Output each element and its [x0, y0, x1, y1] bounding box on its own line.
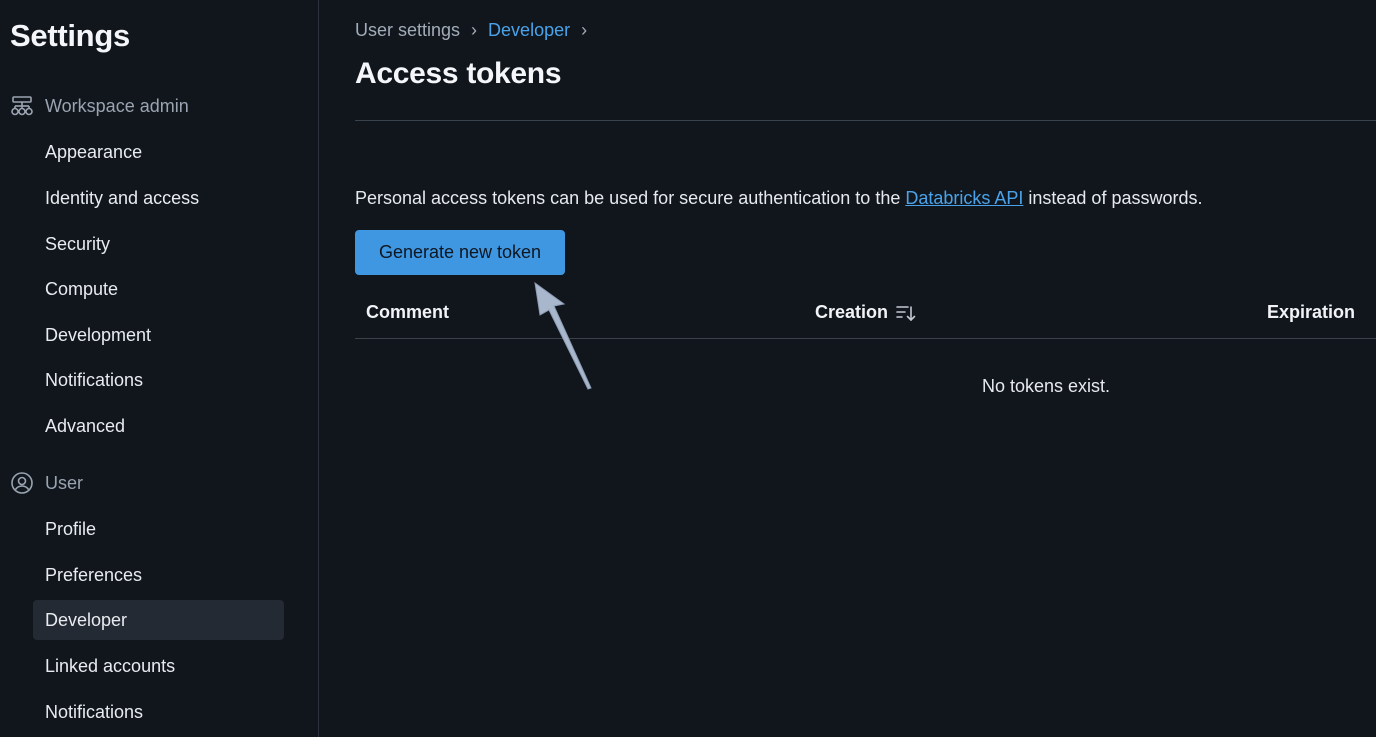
sidebar-title: Settings: [10, 18, 130, 53]
sidebar-item-label: Development: [45, 324, 152, 345]
sidebar-item-profile[interactable]: Profile: [33, 509, 284, 549]
sort-descending-icon[interactable]: [895, 303, 917, 323]
sidebar-item-label: Profile: [45, 518, 97, 539]
description-after: instead of passwords.: [1023, 188, 1203, 208]
sidebar-item-notifications-user[interactable]: Notifications: [33, 692, 284, 732]
sidebar-item-appearance[interactable]: Appearance: [33, 132, 284, 172]
sidebar-item-label: Preferences: [45, 564, 143, 585]
sidebar-item-preferences[interactable]: Preferences: [33, 555, 284, 595]
sidebar-item-identity-and-access[interactable]: Identity and access: [33, 178, 284, 218]
breadcrumb-separator: ›: [581, 20, 588, 40]
sidebar-item-linked-accounts[interactable]: Linked accounts: [33, 646, 284, 686]
sidebar-item-label: Notifications: [45, 369, 144, 390]
sidebar-item-label: Compute: [45, 278, 119, 299]
section-label: Workspace admin: [45, 95, 189, 116]
breadcrumb-user-settings[interactable]: User settings: [355, 20, 460, 41]
sidebar-item-security[interactable]: Security: [33, 224, 284, 264]
column-header-label: Comment: [366, 302, 450, 322]
description-text: Personal access tokens can be used for s…: [355, 188, 1203, 209]
column-header-creation[interactable]: Creation: [815, 302, 917, 323]
app-window: Settings Workspace admin Appearance Iden…: [0, 0, 1376, 737]
breadcrumb-developer[interactable]: Developer: [488, 20, 570, 41]
user-circle-icon: [10, 471, 34, 495]
sidebar-item-label: Advanced: [45, 415, 126, 436]
page-title: Access tokens: [355, 57, 562, 90]
sidebar-item-label: Identity and access: [45, 187, 200, 208]
sidebar-item-compute[interactable]: Compute: [33, 269, 284, 309]
sidebar-item-label: Developer: [45, 609, 128, 630]
sidebar-item-label: Notifications: [45, 701, 144, 722]
sidebar-item-notifications-workspace[interactable]: Notifications: [33, 360, 284, 400]
org-chart-icon: [10, 94, 34, 118]
sidebar-item-label: Appearance: [45, 141, 143, 162]
column-header-expiration: Expiration: [1267, 302, 1355, 323]
sidebar-item-label: Security: [45, 233, 111, 254]
section-header-user: User: [10, 471, 83, 495]
annotation-arrow-icon: [534, 281, 592, 390]
sidebar-item-development[interactable]: Development: [33, 315, 284, 355]
column-header-label: Expiration: [1266, 302, 1355, 322]
breadcrumb-separator: ›: [471, 20, 478, 40]
empty-table-message: No tokens exist.: [982, 376, 1111, 396]
column-header-comment: Comment: [366, 302, 449, 323]
generate-new-token-button[interactable]: Generate new token: [355, 230, 565, 275]
description-before: Personal access tokens can be used for s…: [355, 188, 906, 208]
tokens-table-header: Comment Creation Expiration: [355, 292, 1376, 339]
sidebar-item-advanced[interactable]: Advanced: [33, 406, 284, 446]
sidebar-item-label: Linked accounts: [45, 655, 176, 676]
title-divider: [355, 120, 1376, 121]
settings-sidebar: Settings Workspace admin Appearance Iden…: [0, 0, 319, 737]
sidebar-item-developer[interactable]: Developer: [33, 600, 284, 640]
section-header-workspace-admin: Workspace admin: [10, 94, 189, 118]
section-label: User: [45, 472, 84, 493]
breadcrumb: User settings › Developer ›: [355, 20, 598, 41]
column-header-label: Creation: [815, 302, 889, 322]
databricks-api-link[interactable]: Databricks API: [905, 188, 1023, 208]
